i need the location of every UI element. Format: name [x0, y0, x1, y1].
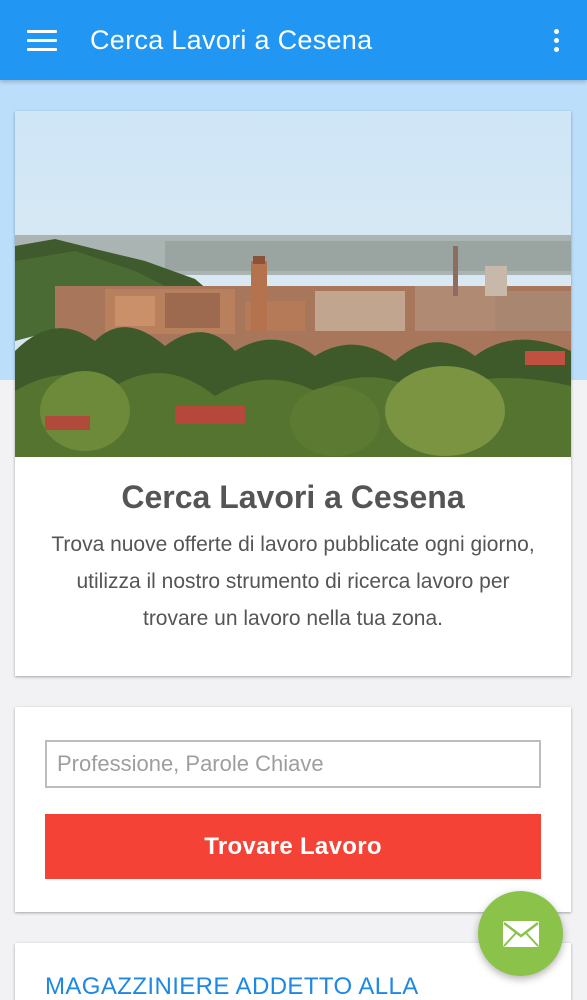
menu-button[interactable]: [0, 0, 84, 80]
hamburger-menu-icon: [27, 29, 57, 51]
find-job-button[interactable]: Trovare Lavoro: [45, 814, 541, 879]
hero-title: Cerca Lavori a Cesena: [121, 479, 465, 515]
app-bar-title: Cerca Lavori a Cesena: [90, 24, 373, 55]
hero-card: Cerca Lavori a Cesena Trova nuove offert…: [15, 111, 571, 676]
app-screen: Cerca Lavori a Cesena Cerca Lavori a Ces…: [0, 0, 587, 1000]
overflow-menu-button[interactable]: [525, 0, 587, 80]
more-vert-icon: [553, 28, 559, 52]
job-listing-title[interactable]: MAGAZZINIERE ADDETTO ALLA: [45, 973, 541, 1000]
hero-description: Trova nuove offerte di lavoro pubblicate…: [51, 533, 535, 630]
email-fab[interactable]: [478, 891, 563, 976]
app-bar: Cerca Lavori a Cesena: [0, 0, 587, 80]
mail-icon: [502, 920, 539, 947]
job-search-input[interactable]: [45, 740, 541, 788]
search-card: Trovare Lavoro: [15, 707, 571, 912]
city-panorama-image: [15, 111, 571, 457]
